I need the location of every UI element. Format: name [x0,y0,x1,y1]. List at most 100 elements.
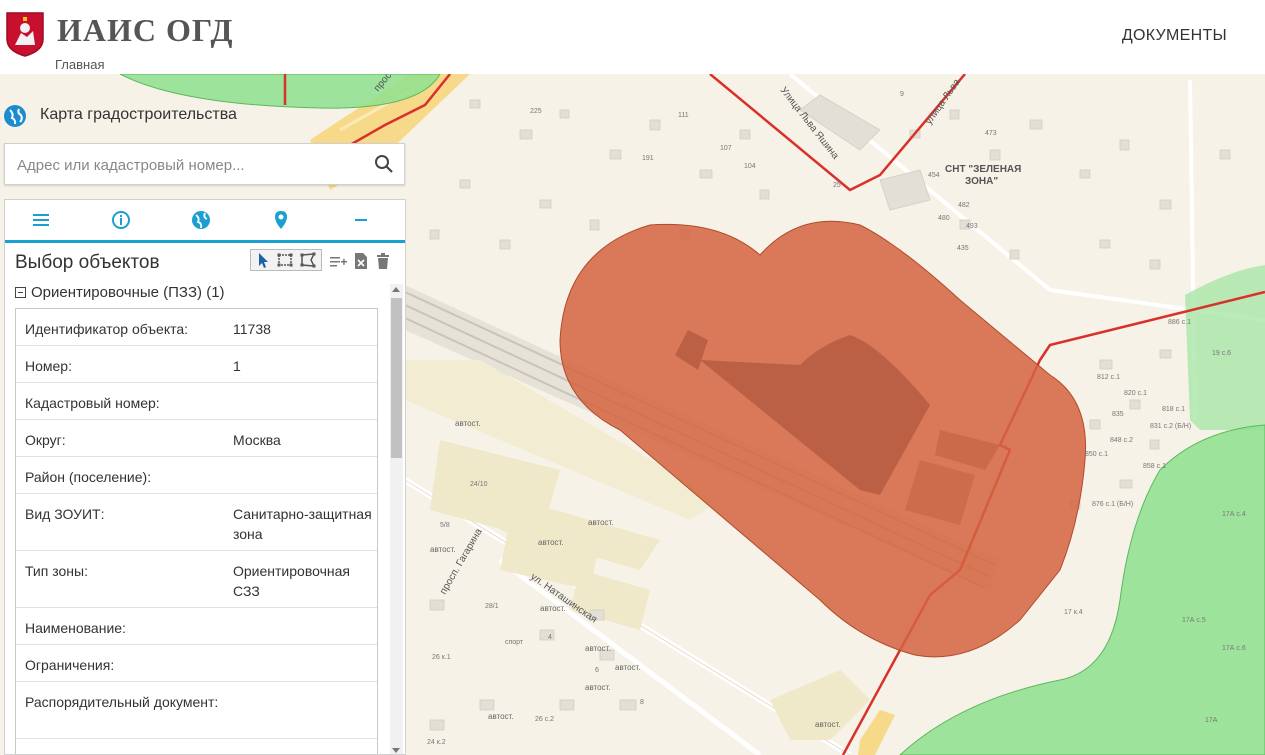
svg-text:111: 111 [678,112,689,119]
svg-text:818 с.1: 818 с.1 [1162,406,1185,413]
object-selection-panel: Выбор объектов Ориентировочные (ПЗЗ) (1)… [4,199,406,755]
svg-text:104: 104 [744,163,756,170]
panel-tabs [5,200,405,243]
svg-text:19 с.6: 19 с.6 [1212,350,1231,357]
svg-text:автост.: автост. [615,663,641,672]
svg-text:24 к.2: 24 к.2 [427,739,446,746]
svg-text:автост.: автост. [488,712,514,721]
svg-text:24/10: 24/10 [470,481,488,488]
app-header: ИАИС ОГД Главная ДОКУМЕНТЫ [0,0,1265,74]
table-row: Номер: 1 [16,346,377,383]
selection-title: Выбор объектов [15,252,160,273]
table-row: Вид ЗОУИТ: Санитарно-защитная зона [16,494,377,551]
search-input[interactable] [15,152,369,178]
svg-text:28/1: 28/1 [485,603,499,610]
collapse-icon[interactable] [15,287,26,298]
svg-text:автост.: автост. [585,683,611,692]
svg-text:автост.: автост. [538,538,564,547]
attribute-key: Вид ЗОУИТ: [25,506,105,522]
scroll-up-icon[interactable] [392,287,400,292]
polygon-select-icon[interactable] [299,251,317,269]
svg-text:858 с.1: 858 с.1 [1143,463,1166,470]
group-header-orientirovochnye[interactable]: Ориентировочные (ПЗЗ) (1) [15,284,225,301]
svg-text:ЗОНА": ЗОНА" [965,176,998,187]
svg-text:454: 454 [928,172,940,179]
location-pin-icon[interactable] [269,208,293,232]
nav-documents-link[interactable]: ДОКУМЕНТЫ [1122,27,1227,45]
svg-text:886 с.1: 886 с.1 [1168,319,1191,326]
attribute-value: Санитарно-защитная зона [233,506,372,542]
svg-text:493: 493 [966,223,978,230]
svg-text:6: 6 [595,667,599,674]
table-row: Тип распорядительного [16,739,377,754]
svg-text:876 с.1 (Б/Н): 876 с.1 (Б/Н) [1092,501,1133,508]
table-row: Район (поселение): [16,457,377,494]
table-row: Ограничения: [16,645,377,682]
svg-text:850 с.1: 850 с.1 [1085,451,1108,458]
globe-icon [4,105,26,127]
pointer-icon[interactable] [254,251,272,269]
breadcrumb-home[interactable]: Главная [55,57,104,72]
svg-text:17 к.4: 17 к.4 [1064,609,1083,616]
svg-text:835: 835 [1112,411,1124,418]
rectangle-select-icon[interactable] [276,251,294,269]
trash-icon[interactable] [374,252,392,270]
svg-text:5/8: 5/8 [440,522,450,529]
svg-text:820 с.1: 820 с.1 [1124,390,1147,397]
svg-text:17А: 17А [1205,717,1218,724]
table-row: Округ: Москва [16,420,377,457]
svg-text:автост.: автост. [815,720,841,729]
svg-text:автост.: автост. [455,419,481,428]
panel-scrollbar[interactable] [390,284,403,754]
svg-text:848 с.2: 848 с.2 [1110,437,1133,444]
svg-text:спорт: спорт [505,639,524,646]
svg-text:автост.: автост. [588,518,614,527]
attribute-key: Идентификатор объекта: [25,321,189,337]
globe-icon[interactable] [189,208,213,232]
svg-text:17А с.6: 17А с.6 [1222,645,1246,652]
table-row: Наименование: [16,608,377,645]
svg-text:225: 225 [530,108,542,115]
svg-text:831 с.2 (Б/Н): 831 с.2 (Б/Н) [1150,423,1191,430]
svg-text:8: 8 [640,699,644,706]
search-icon[interactable] [374,154,394,174]
attribute-value: Москва [233,432,281,448]
info-icon[interactable] [109,208,133,232]
export-excel-icon[interactable] [352,252,370,270]
attribute-value: 1 [233,358,241,374]
app-title[interactable]: ИАИС ОГД [57,12,233,49]
group-label: Ориентировочные (ПЗЗ) (1) [31,284,225,301]
table-row: Кадастровый номер: [16,383,377,420]
svg-text:812 с.1: 812 с.1 [1097,374,1120,381]
scroll-down-icon[interactable] [392,748,400,753]
minus-icon[interactable] [349,208,373,232]
menu-icon[interactable] [29,208,53,232]
svg-text:480: 480 [938,215,950,222]
add-to-list-icon[interactable] [329,252,347,270]
svg-text:191: 191 [642,155,654,162]
scroll-thumb[interactable] [391,298,402,458]
svg-text:17А с.5: 17А с.5 [1182,617,1206,624]
selection-toolbar [250,248,400,274]
table-row: Тип зоны: Ориентировочная СЗЗ [16,551,377,608]
table-row: Распорядительный документ: [16,682,377,739]
svg-text:17А с.4: 17А с.4 [1222,511,1246,518]
selection-mode-group [250,249,322,271]
attribute-value: 11738 [233,321,271,337]
svg-text:автост.: автост. [430,545,456,554]
svg-text:482: 482 [958,202,970,209]
attribute-key: Район (поселение): [25,469,152,485]
attribute-key: Тип зоны: [25,563,88,579]
svg-text:автост.: автост. [540,604,566,613]
svg-text:107: 107 [720,145,732,152]
attribute-key: Ограничения: [25,657,115,673]
attribute-key: Округ: [25,432,66,448]
svg-text:4: 4 [548,634,552,641]
attribute-key: Тип распорядительного [25,749,225,754]
svg-text:26 с.2: 26 с.2 [535,716,554,723]
moscow-coat-of-arms-logo[interactable] [5,11,45,57]
svg-text:25: 25 [833,182,841,189]
svg-text:435: 435 [957,245,969,252]
attribute-value: Ориентировочная СЗЗ [233,563,350,599]
attribute-key: Кадастровый номер: [25,395,160,411]
